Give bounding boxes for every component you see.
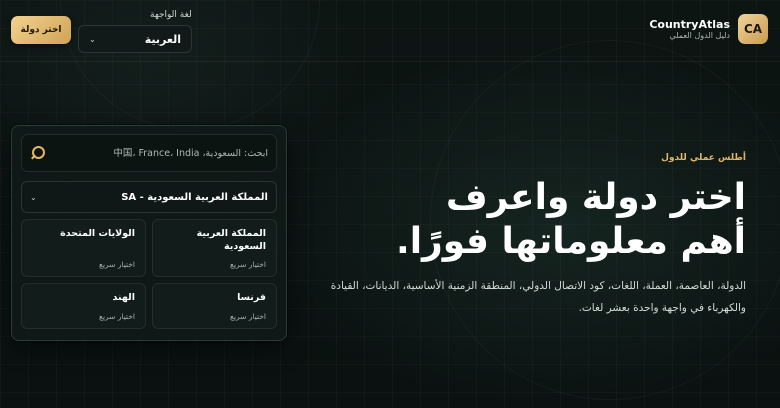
country-picker-panel: المملكة العربية السعودية - SA ⌄ المملكة … — [11, 125, 287, 341]
search-box[interactable] — [21, 134, 277, 172]
search-input[interactable] — [50, 147, 268, 159]
chevron-down-icon: ⌄ — [89, 34, 96, 44]
quick-card-sub: اختيار سريع — [229, 260, 266, 269]
search-icon — [30, 146, 45, 160]
pick-country-button[interactable]: اختر دولة — [11, 16, 71, 44]
quick-card-saudi-arabia[interactable]: المملكة العربية السعودية اختيار سريع — [152, 219, 277, 277]
country-select[interactable]: المملكة العربية السعودية - SA ⌄ — [21, 181, 277, 213]
language-label: لغة الواجهة — [150, 10, 192, 20]
language-select[interactable]: العربية ⌄ — [78, 25, 192, 53]
chevron-down-icon: ⌄ — [30, 192, 37, 202]
page: CA CountryAtlas دليل الدول العملي لغة ال… — [0, 0, 780, 408]
language-selected: العربية — [144, 32, 181, 46]
quick-card-france[interactable]: فرنسا اختيار سريع — [152, 283, 277, 329]
brand-text: CountryAtlas دليل الدول العملي — [649, 18, 730, 40]
quick-card-india[interactable]: الهند اختيار سريع — [21, 283, 146, 329]
hero-eyebrow: أطلس عملي للدول — [661, 153, 746, 163]
quick-pick-grid: المملكة العربية السعودية اختيار سريع الو… — [21, 219, 277, 329]
quick-card-name: الولايات المتحدة — [60, 228, 135, 239]
quick-card-united-states[interactable]: الولايات المتحدة اختيار سريع — [21, 219, 146, 277]
quick-card-name: الهند — [112, 292, 135, 303]
quick-card-name: المملكة العربية السعودية — [196, 228, 266, 252]
quick-card-sub: اختيار سريع — [229, 312, 266, 321]
header: CA CountryAtlas دليل الدول العملي لغة ال… — [0, 0, 780, 62]
brand-subtitle: دليل الدول العملي — [669, 31, 730, 40]
country-selected: المملكة العربية السعودية - SA — [121, 191, 268, 203]
quick-card-sub: اختيار سريع — [98, 312, 135, 321]
hero-description: الدولة، العاصمة، العملة، اللغات، كود الا… — [330, 280, 746, 314]
hero-title: اختر دولة واعرف أهم معلوماتها فورًا. — [396, 177, 746, 262]
quick-card-sub: اختيار سريع — [98, 260, 135, 269]
brand-logo: CA — [738, 14, 768, 44]
brand[interactable]: CA CountryAtlas دليل الدول العملي — [649, 14, 768, 44]
quick-card-name: فرنسا — [237, 292, 266, 303]
brand-name: CountryAtlas — [649, 18, 730, 31]
